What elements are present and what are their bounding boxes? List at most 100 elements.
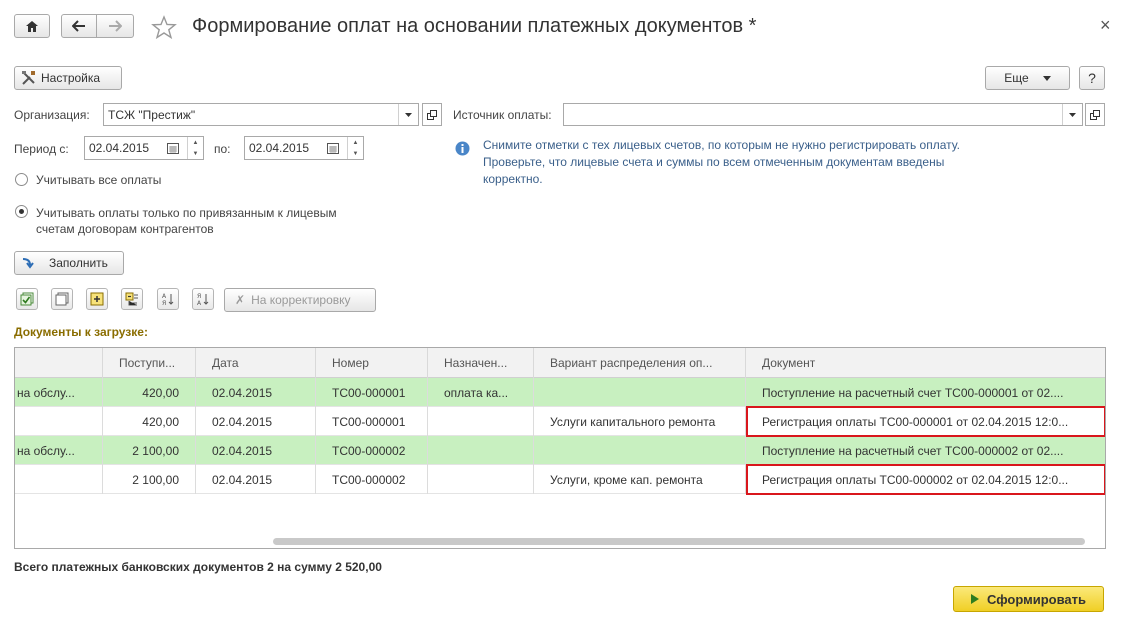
open-window-icon <box>427 109 437 120</box>
stepper-up-icon[interactable]: ▲ <box>348 137 363 148</box>
fill-arrow-icon <box>22 258 34 269</box>
table-row[interactable]: на обслу... 420,00 02.04.2015 ТС00-00000… <box>15 378 1105 407</box>
radio-all-payments[interactable] <box>15 173 28 186</box>
table-row[interactable]: на обслу... 2 100,00 02.04.2015 ТС00-000… <box>15 436 1105 465</box>
collapse-tree-icon <box>125 292 138 306</box>
table-cell: ТС00-000001 <box>316 378 428 407</box>
calendar-icon <box>167 142 179 154</box>
sort-desc-button[interactable]: ЯA <box>192 288 214 310</box>
table-cell: 02.04.2015 <box>196 436 316 465</box>
table-cell <box>534 436 746 465</box>
expand-button[interactable] <box>86 288 108 310</box>
table-cell: Услуги капитального ремонта <box>534 407 746 436</box>
info-line-3: корректно. <box>483 172 543 186</box>
settings-label: Настройка <box>41 71 101 85</box>
table-cell: ТС00-000001 <box>316 407 428 436</box>
table-cell: Поступление на расчетный счет ТС00-00000… <box>762 385 1064 400</box>
play-arrow-icon <box>970 594 979 604</box>
period-to-label: по: <box>214 142 231 156</box>
radio-linked-payments[interactable] <box>15 205 28 218</box>
submit-button[interactable]: Сформировать <box>953 586 1104 612</box>
table-cell: 420,00 <box>103 407 196 436</box>
table-cell: оплата ка... <box>428 378 534 407</box>
column-header[interactable]: Вариант распределения оп... <box>534 348 746 378</box>
column-header[interactable]: Назначен... <box>428 348 534 378</box>
close-button[interactable]: × <box>1100 15 1111 36</box>
table-cell: ТС00-000002 <box>316 465 428 494</box>
period-to-field[interactable]: 02.04.2015 ▲ ▼ <box>244 136 364 160</box>
total-text: Всего платежных банковских документов 2 … <box>14 560 382 574</box>
home-button[interactable] <box>14 14 50 38</box>
column-header[interactable]: Документ <box>746 348 1105 378</box>
open-window-icon <box>1090 109 1100 120</box>
section-title: Документы к загрузке: <box>14 325 148 339</box>
horizontal-scrollbar[interactable] <box>273 538 1085 545</box>
period-from-stepper[interactable]: ▲ ▼ <box>187 137 203 159</box>
to-correction-button[interactable]: ✗ На корректировку <box>224 288 376 312</box>
forward-button[interactable] <box>96 14 134 38</box>
cross-icon: ✗ <box>235 293 246 307</box>
table-cell <box>428 436 534 465</box>
sort-asc-button[interactable]: AЯ <box>157 288 179 310</box>
org-open-button[interactable] <box>422 103 442 126</box>
source-field[interactable] <box>563 103 1083 126</box>
stepper-up-icon[interactable]: ▲ <box>188 137 203 148</box>
svg-text:A: A <box>162 293 167 300</box>
info-icon <box>455 141 470 156</box>
calendar-from-button[interactable] <box>163 137 183 159</box>
collapse-button[interactable] <box>121 288 143 310</box>
documents-table[interactable]: Поступи... Дата Номер Назначен... Вариан… <box>14 347 1106 549</box>
period-from-label: Период с: <box>14 142 69 156</box>
org-field[interactable]: ТСЖ "Престиж" <box>103 103 419 126</box>
sort-ascending-icon: AЯ <box>162 293 174 306</box>
settings-button[interactable]: Настройка <box>14 66 122 90</box>
radio-linked-label-line-2: счетам договорам контрагентов <box>36 222 214 236</box>
table-header: Поступи... Дата Номер Назначен... Вариан… <box>15 348 1105 378</box>
table-cell: 2 100,00 <box>103 465 196 494</box>
stepper-down-icon[interactable]: ▼ <box>188 148 203 159</box>
fill-button[interactable]: Заполнить <box>14 251 124 275</box>
help-button[interactable]: ? <box>1079 66 1105 90</box>
favorite-star-icon[interactable] <box>151 15 177 39</box>
check-all-button[interactable] <box>16 288 38 310</box>
org-value: ТСЖ "Престиж" <box>108 107 196 122</box>
table-cell: 02.04.2015 <box>196 465 316 494</box>
table-cell: на обслу... <box>15 436 103 465</box>
table-cell: ТС00-000002 <box>316 436 428 465</box>
svg-text:A: A <box>197 300 202 306</box>
arrow-left-icon <box>72 20 85 32</box>
column-header[interactable]: Поступи... <box>103 348 196 378</box>
arrow-right-icon <box>109 20 122 32</box>
calendar-to-button[interactable] <box>323 137 343 159</box>
table-cell: 420,00 <box>103 378 196 407</box>
column-header[interactable]: Номер <box>316 348 428 378</box>
column-header[interactable] <box>15 348 103 378</box>
check-all-icon <box>20 292 34 306</box>
back-button[interactable] <box>61 14 97 38</box>
page-title: Формирование оплат на основании платежны… <box>192 15 757 37</box>
org-dropdown-button[interactable] <box>398 104 418 125</box>
source-open-button[interactable] <box>1085 103 1105 126</box>
stepper-down-icon[interactable]: ▼ <box>348 148 363 159</box>
period-from-field[interactable]: 02.04.2015 ▲ ▼ <box>84 136 204 160</box>
period-to-stepper[interactable]: ▲ ▼ <box>347 137 363 159</box>
table-cell <box>15 465 103 494</box>
sort-descending-icon: ЯA <box>197 293 209 306</box>
table-cell: 02.04.2015 <box>196 407 316 436</box>
table-cell: Услуги, кроме кап. ремонта <box>534 465 746 494</box>
highlight-frame <box>746 406 1105 437</box>
org-label: Организация: <box>14 108 90 122</box>
submit-label: Сформировать <box>986 591 1087 607</box>
more-button[interactable]: Еще <box>985 66 1070 90</box>
chevron-down-icon <box>1069 112 1076 117</box>
uncheck-all-icon <box>55 292 69 306</box>
radio-all-label[interactable]: Учитывать все оплаты <box>36 173 161 187</box>
source-dropdown-button[interactable] <box>1062 104 1082 125</box>
uncheck-all-button[interactable] <box>51 288 73 310</box>
svg-text:Я: Я <box>162 300 166 306</box>
radio-linked-label[interactable]: Учитывать оплаты только по привязанным к… <box>36 205 337 237</box>
chevron-down-icon <box>1042 75 1051 81</box>
highlight-frame <box>746 464 1105 495</box>
info-text: Снимите отметки с тех лицевых счетов, по… <box>483 137 960 188</box>
column-header[interactable]: Дата <box>196 348 316 378</box>
